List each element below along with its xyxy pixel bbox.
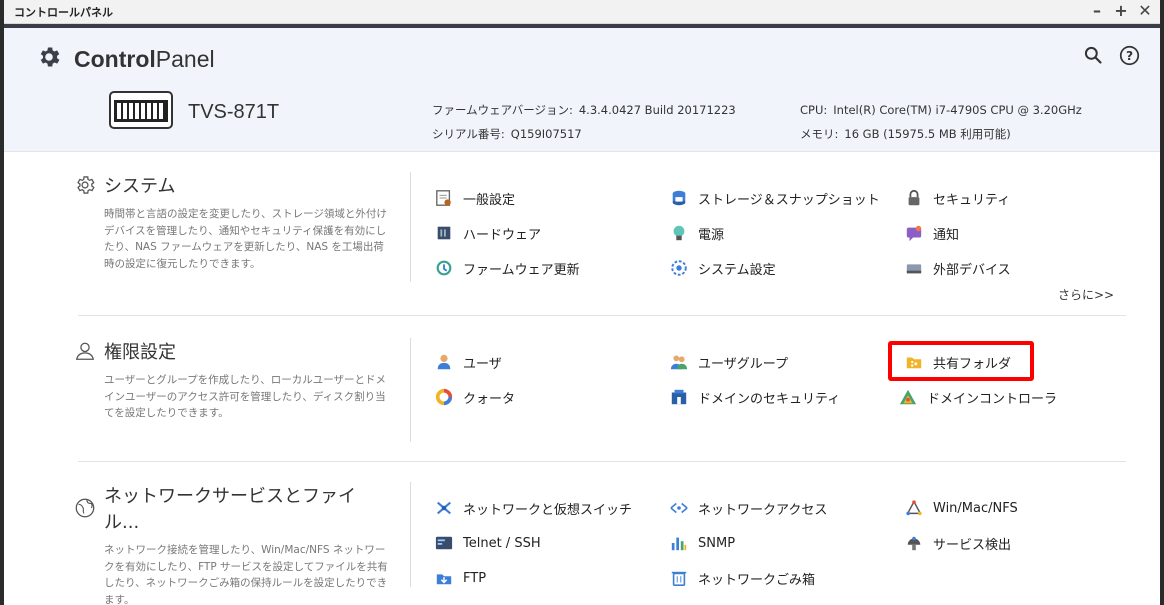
control-panel-window: コントロールパネル – + ✕ ControlPanel ? TVS-871T … <box>4 0 1160 605</box>
user-icon <box>434 352 454 372</box>
item-quota[interactable]: クォータ <box>434 387 515 407</box>
notification-icon <box>904 223 924 243</box>
item-service-discovery[interactable]: サービス検出 <box>904 533 1011 553</box>
item-win-mac-nfs[interactable]: Win/Mac/NFS <box>904 498 1018 518</box>
ftp-icon <box>434 568 454 588</box>
storage-icon <box>669 188 689 208</box>
title-bar: コントロールパネル – + ✕ <box>4 0 1160 24</box>
section-title: 権限設定 <box>104 342 176 363</box>
service-discovery-icon <box>904 533 924 553</box>
user-group-icon <box>669 352 689 372</box>
item-network-recycle-bin[interactable]: ネットワークごみ箱 <box>669 568 815 588</box>
item-system-settings[interactable]: システム設定 <box>669 258 776 278</box>
brand: ControlPanel <box>36 44 215 74</box>
nas-device-icon <box>108 90 174 134</box>
item-external-device[interactable]: 外部デバイス <box>904 258 1011 278</box>
network-access-icon <box>669 498 689 518</box>
section-description: 時間帯と言語の設定を変更したり、ストレージ領域と外付けデバイスを管理したり、通知… <box>104 208 387 270</box>
app-name: ControlPanel <box>74 45 215 72</box>
system-settings-icon <box>669 258 689 278</box>
item-ftp[interactable]: FTP <box>434 568 486 588</box>
item-domain-controller[interactable]: ドメインコントローラ <box>898 387 1057 407</box>
firmware-update-icon <box>434 258 454 278</box>
highlight-box <box>888 341 1034 381</box>
more-link[interactable]: さらに>> <box>1058 286 1114 303</box>
item-network-access[interactable]: ネットワークアクセス <box>669 498 827 518</box>
general-settings-icon <box>434 188 454 208</box>
hardware-icon <box>434 223 454 243</box>
domain-controller-icon <box>898 387 918 407</box>
domain-security-icon <box>669 387 689 407</box>
section-network-services: ネットワークサービスとファイル... ネットワーク接続を管理したり、Win/Ma… <box>74 482 1124 605</box>
section-description: ネットワーク接続を管理したり、Win/Mac/NFS ネットワークを有効にしたり… <box>104 544 388 605</box>
item-hardware[interactable]: ハードウェア <box>434 223 541 243</box>
item-user-group[interactable]: ユーザグループ <box>669 352 788 372</box>
item-telnet-ssh[interactable]: Telnet / SSH <box>434 533 541 553</box>
item-network-virtual-switch[interactable]: ネットワークと仮想スイッチ <box>434 498 632 518</box>
gear-icon <box>36 44 62 74</box>
search-icon[interactable] <box>1082 44 1104 66</box>
section-system: システム 時間帯と言語の設定を変更したり、ストレージ領域と外付けデバイスを管理し… <box>74 172 1124 312</box>
svg-text:?: ? <box>1125 48 1132 62</box>
item-notification[interactable]: 通知 <box>904 223 959 243</box>
hardware-info: CPU: Intel(R) Core(TM) i7-4790S CPU @ 3.2… <box>800 103 1082 141</box>
item-general-settings[interactable]: 一般設定 <box>434 188 515 208</box>
win-mac-nfs-icon <box>904 498 924 518</box>
device-model: TVS-871T <box>188 100 280 123</box>
device-info: TVS-871T <box>108 90 279 134</box>
item-storage-snapshot[interactable]: ストレージ＆スナップショット <box>669 188 880 208</box>
section-description: ユーザーとグループを作成したり、ローカルユーザーとドメインユーザーのアクセス許可… <box>104 374 387 419</box>
item-power[interactable]: 電源 <box>669 223 724 243</box>
maximize-icon[interactable]: + <box>1112 2 1130 20</box>
recycle-bin-icon <box>669 568 689 588</box>
minimize-icon[interactable]: – <box>1088 2 1106 20</box>
help-icon[interactable]: ? <box>1118 44 1140 66</box>
item-snmp[interactable]: SNMP <box>669 533 735 553</box>
item-user[interactable]: ユーザ <box>434 352 502 372</box>
settings-gear-icon <box>74 174 96 196</box>
item-domain-security[interactable]: ドメインのセキュリティ <box>669 387 840 407</box>
section-title: システム <box>104 176 176 197</box>
globe-icon <box>74 497 96 519</box>
quota-pie-icon <box>434 387 454 407</box>
header: ControlPanel ? TVS-871T ファームウェアバージョン: 4.… <box>4 28 1160 152</box>
window-title: コントロールパネル <box>14 5 113 19</box>
item-firmware-update[interactable]: ファームウェア更新 <box>434 258 580 278</box>
section-title: ネットワークサービスとファイル... <box>104 486 356 533</box>
external-device-icon <box>904 258 924 278</box>
network-switch-icon <box>434 498 454 518</box>
user-outline-icon <box>74 340 96 362</box>
firmware-info: ファームウェアバージョン: 4.3.4.0427 Build 20171223 シ… <box>432 103 736 141</box>
terminal-icon <box>434 533 454 553</box>
power-bulb-icon <box>669 223 689 243</box>
snmp-bars-icon <box>669 533 689 553</box>
close-icon[interactable]: ✕ <box>1136 2 1154 20</box>
item-security[interactable]: セキュリティ <box>904 188 1010 208</box>
lock-icon <box>904 188 924 208</box>
